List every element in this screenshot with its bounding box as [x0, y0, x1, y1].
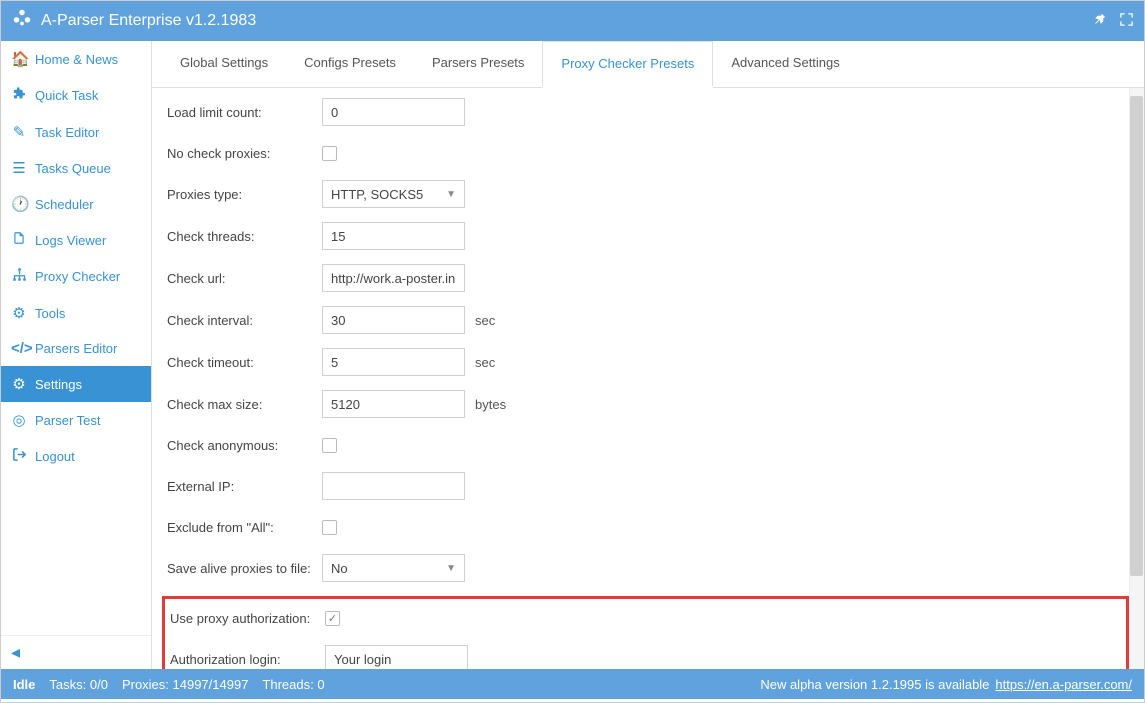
gear-icon: ⚙	[11, 375, 27, 393]
auth-highlight-box: Use proxy authorization: Authorization l…	[162, 596, 1129, 669]
external-ip-label: External IP:	[167, 479, 322, 494]
settings-content: Load limit count: No check proxies: Prox…	[152, 88, 1144, 669]
app-logo-icon	[11, 7, 33, 35]
exclude-from-all-checkbox[interactable]	[322, 520, 337, 535]
sidebar-item-logout[interactable]: Logout	[1, 438, 151, 475]
no-check-proxies-checkbox[interactable]	[322, 146, 337, 161]
status-alpha-text: New alpha version 1.2.1995 is available	[760, 677, 989, 692]
status-proxies: Proxies: 14997/14997	[122, 677, 248, 692]
sidebar-item-tools[interactable]: ⚙ Tools	[1, 295, 151, 331]
status-bar: Idle Tasks: 0/0 Proxies: 14997/14997 Thr…	[1, 669, 1144, 699]
sidebar-item-label: Proxy Checker	[35, 269, 120, 284]
tab-configs-presets[interactable]: Configs Presets	[286, 41, 414, 87]
save-alive-label: Save alive proxies to file:	[167, 561, 322, 576]
auth-login-input[interactable]	[325, 645, 468, 669]
auth-login-label: Authorization login:	[170, 652, 325, 667]
check-threads-label: Check threads:	[167, 229, 322, 244]
status-threads: Threads: 0	[262, 677, 324, 692]
status-link[interactable]: https://en.a-parser.com/	[995, 677, 1132, 692]
sidebar-item-label: Tools	[35, 306, 65, 321]
sidebar-item-label: Task Editor	[35, 125, 99, 140]
cogs-icon: ⚙	[11, 304, 27, 322]
check-url-label: Check url:	[167, 271, 322, 286]
sidebar-item-scheduler[interactable]: 🕐 Scheduler	[1, 186, 151, 222]
scrollbar-track[interactable]	[1129, 88, 1144, 669]
check-interval-label: Check interval:	[167, 313, 322, 328]
sidebar-item-label: Logout	[35, 449, 75, 464]
file-icon	[11, 231, 27, 249]
tab-proxy-checker-presets[interactable]: Proxy Checker Presets	[542, 41, 713, 88]
fullscreen-icon[interactable]	[1119, 12, 1134, 31]
load-limit-count-input[interactable]	[322, 98, 465, 126]
chevron-down-icon: ▼	[446, 563, 456, 574]
sidebar-item-parserseditor[interactable]: </> Parsers Editor	[1, 331, 151, 366]
tab-parsers-presets[interactable]: Parsers Presets	[414, 41, 542, 87]
sidebar-item-proxychecker[interactable]: Proxy Checker	[1, 258, 151, 295]
list-icon: ☰	[11, 159, 27, 177]
check-anonymous-label: Check anonymous:	[167, 438, 322, 453]
sidebar-item-label: Parsers Editor	[35, 341, 117, 356]
load-limit-count-label: Load limit count:	[167, 105, 322, 120]
sidebar: 🏠 Home & News Quick Task ✎ Task Editor ☰ Ta…	[1, 41, 152, 669]
sidebar-item-label: Scheduler	[35, 197, 94, 212]
check-timeout-input[interactable]	[322, 348, 465, 376]
pin-icon[interactable]	[1092, 12, 1107, 31]
sitemap-icon	[11, 267, 27, 286]
tabs-bar: Global Settings Configs Presets Parsers …	[152, 41, 1144, 88]
check-interval-unit: sec	[475, 313, 495, 328]
clock-icon: 🕐	[11, 195, 27, 213]
sidebar-item-taskeditor[interactable]: ✎ Task Editor	[1, 114, 151, 150]
scrollbar-thumb[interactable]	[1130, 96, 1143, 576]
status-tasks: Tasks: 0/0	[49, 677, 108, 692]
check-anonymous-checkbox[interactable]	[322, 438, 337, 453]
chevron-down-icon: ▼	[446, 189, 456, 200]
no-check-proxies-label: No check proxies:	[167, 146, 322, 161]
proxies-type-value: HTTP, SOCKS5	[331, 187, 423, 202]
sidebar-item-label: Home & News	[35, 52, 118, 67]
use-proxy-auth-checkbox[interactable]	[325, 611, 340, 626]
check-timeout-label: Check timeout:	[167, 355, 322, 370]
sidebar-collapse-button[interactable]: ◂	[1, 635, 151, 669]
use-proxy-auth-label: Use proxy authorization:	[170, 611, 325, 626]
check-timeout-unit: sec	[475, 355, 495, 370]
tab-global-settings[interactable]: Global Settings	[162, 41, 286, 87]
proxies-type-select[interactable]: HTTP, SOCKS5 ▼	[322, 180, 465, 208]
check-interval-input[interactable]	[322, 306, 465, 334]
sidebar-item-settings[interactable]: ⚙ Settings	[1, 366, 151, 402]
app-title: A-Parser Enterprise v1.2.1983	[41, 12, 1092, 30]
tab-advanced-settings[interactable]: Advanced Settings	[713, 41, 857, 87]
check-max-size-input[interactable]	[322, 390, 465, 418]
save-alive-select[interactable]: No ▼	[322, 554, 465, 582]
code-icon: </>	[11, 340, 27, 357]
pencil-icon: ✎	[11, 123, 27, 141]
sidebar-item-label: Quick Task	[35, 88, 98, 103]
sidebar-item-label: Settings	[35, 377, 82, 392]
sidebar-item-label: Logs Viewer	[35, 233, 106, 248]
proxies-type-label: Proxies type:	[167, 187, 322, 202]
puzzle-icon	[11, 86, 27, 105]
status-idle: Idle	[13, 677, 35, 692]
exclude-from-all-label: Exclude from "All":	[167, 520, 322, 535]
sidebar-item-parsertest[interactable]: ◎ Parser Test	[1, 402, 151, 438]
sidebar-item-tasksqueue[interactable]: ☰ Tasks Queue	[1, 150, 151, 186]
check-max-size-label: Check max size:	[167, 397, 322, 412]
external-ip-input[interactable]	[322, 472, 465, 500]
save-alive-value: No	[331, 561, 348, 576]
check-url-input[interactable]	[322, 264, 465, 292]
sidebar-item-label: Tasks Queue	[35, 161, 111, 176]
target-icon: ◎	[11, 411, 27, 429]
check-threads-input[interactable]	[322, 222, 465, 250]
signout-icon	[11, 447, 27, 466]
sidebar-item-home[interactable]: 🏠 Home & News	[1, 41, 151, 77]
app-header: A-Parser Enterprise v1.2.1983	[1, 1, 1144, 41]
home-icon: 🏠	[11, 50, 27, 68]
sidebar-item-logsviewer[interactable]: Logs Viewer	[1, 222, 151, 258]
check-max-size-unit: bytes	[475, 397, 506, 412]
sidebar-item-label: Parser Test	[35, 413, 101, 428]
sidebar-item-quicktask[interactable]: Quick Task	[1, 77, 151, 114]
